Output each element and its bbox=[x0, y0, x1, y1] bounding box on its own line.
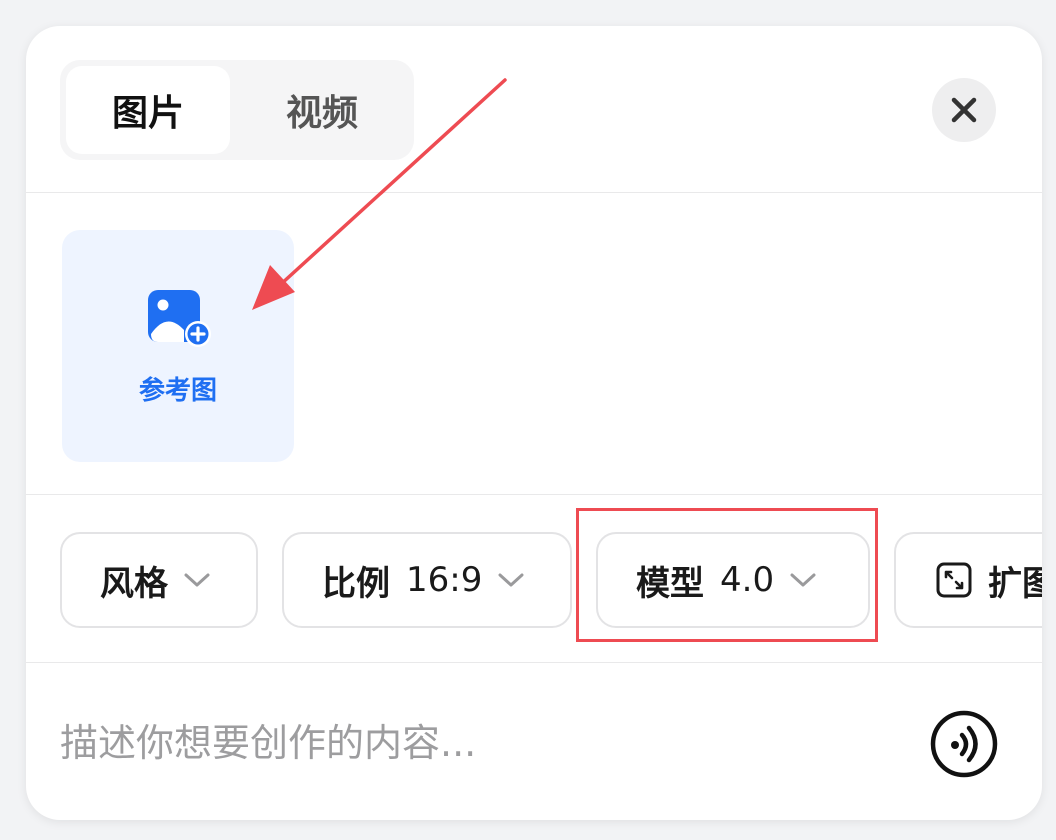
style-dropdown[interactable]: 风格 bbox=[60, 532, 258, 628]
chevron-down-icon bbox=[184, 573, 210, 587]
chevron-down-icon bbox=[498, 573, 524, 587]
close-button[interactable] bbox=[932, 78, 996, 142]
chevron-down-icon bbox=[790, 573, 816, 587]
divider-bottom bbox=[26, 662, 1042, 663]
tab-video[interactable]: 视频 bbox=[240, 66, 404, 154]
media-type-tabs: 图片 视频 bbox=[60, 60, 414, 160]
model-label: 模型 bbox=[636, 563, 704, 604]
divider-top bbox=[26, 192, 1042, 193]
expand-image-label: 扩图 bbox=[988, 563, 1042, 604]
ratio-dropdown[interactable]: 比例 16:9 bbox=[282, 532, 572, 628]
tab-image[interactable]: 图片 bbox=[66, 66, 230, 154]
add-image-icon bbox=[148, 290, 211, 347]
expand-image-button[interactable]: 扩图 bbox=[894, 532, 1042, 628]
prompt-input[interactable] bbox=[60, 708, 880, 778]
model-value: 4.0 bbox=[720, 560, 775, 600]
divider-middle bbox=[26, 494, 1042, 495]
expand-icon bbox=[936, 562, 972, 598]
ratio-value: 16:9 bbox=[406, 560, 483, 600]
voice-input-button[interactable] bbox=[930, 710, 998, 778]
reference-image-button[interactable]: 参考图 bbox=[62, 230, 294, 462]
create-panel: 图片 视频 参考图 风格 比例 16:9 模型 4.0 扩图 描述你想要创作的内… bbox=[26, 26, 1042, 820]
style-label: 风格 bbox=[100, 563, 168, 604]
ratio-label: 比例 bbox=[322, 563, 390, 604]
model-dropdown[interactable]: 模型 4.0 bbox=[596, 532, 870, 628]
voice-icon bbox=[930, 710, 998, 778]
reference-image-label: 参考图 bbox=[138, 376, 217, 406]
close-icon bbox=[951, 97, 977, 123]
